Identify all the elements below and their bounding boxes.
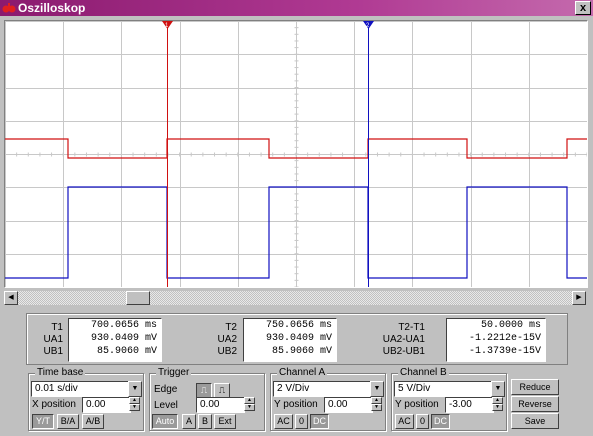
label-ub1: UB1: [43, 346, 63, 357]
trigger-level-stepper[interactable]: ▲ ▼: [244, 397, 255, 411]
trigger-edge-label: Edge: [154, 384, 178, 395]
window-title: Oszilloskop: [18, 1, 86, 15]
channel-b-dc-button[interactable]: DC: [431, 414, 450, 429]
mode-ba-button[interactable]: B/A: [57, 414, 79, 429]
channel-a-title: Channel A: [277, 367, 328, 378]
channel-b-group: Channel B 5 V/Div ▼ Y position -3.00 ▲ ▼ …: [391, 367, 507, 431]
trigger-ext-button[interactable]: Ext: [214, 414, 236, 429]
value-t2: 750.0656 ms: [265, 320, 332, 331]
title-bar[interactable]: Oszilloskop x: [0, 0, 593, 16]
trigger-title: Trigger: [156, 367, 192, 378]
close-button[interactable]: x: [575, 1, 591, 15]
value-ub2-ub1: -1.3739e-15V: [468, 346, 541, 357]
label-t1: T1: [51, 322, 63, 333]
label-ua2: UA2: [217, 334, 237, 345]
channel-b-ypos-label: Y position: [395, 399, 439, 410]
timebase-xpos-stepper[interactable]: ▲ ▼: [129, 397, 140, 411]
value-ua2-ua1: -1.2212e-15V: [468, 333, 541, 344]
channel-a-ypos-label: Y position: [274, 399, 318, 410]
scroll-left-icon[interactable]: ◀: [4, 291, 18, 305]
trigger-level-input[interactable]: 0.00: [196, 397, 245, 413]
scope-grid: [5, 21, 587, 287]
scope-trace-area: 1 2: [5, 21, 587, 287]
scroll-thumb[interactable]: [126, 291, 150, 305]
oscilloscope-icon: [2, 3, 16, 13]
trigger-b-button[interactable]: B: [198, 414, 212, 429]
value-ua2: 930.0409 mV: [265, 333, 332, 344]
timebase-xpos-label: X position: [32, 399, 76, 410]
falling-edge-icon[interactable]: ⎍: [214, 383, 230, 398]
trigger-auto-button[interactable]: Auto: [152, 414, 178, 429]
label-t2: T2: [225, 322, 237, 333]
channel-a-zero-button[interactable]: 0: [295, 414, 308, 429]
channel-a-group: Channel A 2 V/Div ▼ Y position 0.00 ▲ ▼ A…: [270, 367, 386, 431]
channel-a-scale-select[interactable]: 2 V/Div: [273, 381, 371, 397]
timebase-title: Time base: [35, 367, 86, 378]
value-t1: 700.0656 ms: [90, 320, 157, 331]
value-ub1: 85.9060 mV: [96, 346, 157, 357]
label-ua2-ua1: UA2-UA1: [382, 334, 425, 345]
channel-b-scale-select[interactable]: 5 V/Div: [394, 381, 492, 397]
channel-b-ypos-input[interactable]: -3.00: [445, 397, 494, 413]
scroll-right-icon[interactable]: ▶: [572, 291, 586, 305]
horizontal-scrollbar[interactable]: ◀ ▶: [4, 291, 586, 305]
readout-col1: 700.0656 ms 930.0409 mV 85.9060 mV: [68, 318, 162, 362]
channel-a-ypos-stepper[interactable]: ▲ ▼: [371, 397, 382, 411]
value-t2-t1: 50.0000 ms: [480, 320, 541, 331]
readout-col3: 50.0000 ms -1.2212e-15V -1.3739e-15V: [446, 318, 546, 362]
label-t2-t1: T2-T1: [398, 322, 425, 333]
trigger-a-button[interactable]: A: [182, 414, 196, 429]
chevron-down-icon[interactable]: ▼: [128, 381, 142, 397]
readout-col2: 750.0656 ms 930.0409 mV 85.9060 mV: [243, 318, 337, 362]
trigger-level-label: Level: [154, 400, 178, 411]
channel-a-dc-button[interactable]: DC: [310, 414, 329, 429]
channel-b-ac-button[interactable]: AC: [395, 414, 414, 429]
label-ua1: UA1: [43, 334, 63, 345]
reverse-button[interactable]: Reverse: [511, 396, 559, 412]
timebase-select[interactable]: 0.01 s/div: [31, 381, 129, 397]
chevron-down-icon[interactable]: ▼: [491, 381, 505, 397]
mode-ab-button[interactable]: A/B: [82, 414, 104, 429]
scope-display: 1 2: [4, 20, 588, 288]
chevron-down-icon[interactable]: ▼: [370, 381, 384, 397]
label-ub2: UB2: [217, 346, 237, 357]
label-ub2-ub1: UB2-UB1: [382, 346, 425, 357]
channel-b-ypos-stepper[interactable]: ▲ ▼: [492, 397, 503, 411]
timebase-group: Time base 0.01 s/div ▼ X position 0.00 ▲…: [28, 367, 144, 431]
value-ua1: 930.0409 mV: [90, 333, 157, 344]
channel-a-ypos-input[interactable]: 0.00: [324, 397, 373, 413]
trigger-group: Trigger Edge ⎍ ⎍ Level 0.00 ▲ ▼ Auto A B …: [149, 367, 265, 431]
rising-edge-icon[interactable]: ⎍: [196, 383, 212, 398]
channel-b-title: Channel B: [398, 367, 449, 378]
channel-a-ac-button[interactable]: AC: [274, 414, 293, 429]
reduce-button[interactable]: Reduce: [511, 379, 559, 395]
oscilloscope-window: Oszilloskop x 1 2 ◀ ▶ T1 UA1 UB1 700.065…: [0, 0, 593, 436]
timebase-xpos-input[interactable]: 0.00: [82, 397, 131, 413]
save-button[interactable]: Save: [511, 413, 559, 429]
measurement-panel: T1 UA1 UB1 700.0656 ms 930.0409 mV 85.90…: [26, 313, 568, 365]
mode-yt-button[interactable]: Y/T: [32, 414, 54, 429]
close-icon: x: [579, 2, 587, 14]
value-ub2: 85.9060 mV: [271, 346, 332, 357]
channel-b-zero-button[interactable]: 0: [416, 414, 429, 429]
